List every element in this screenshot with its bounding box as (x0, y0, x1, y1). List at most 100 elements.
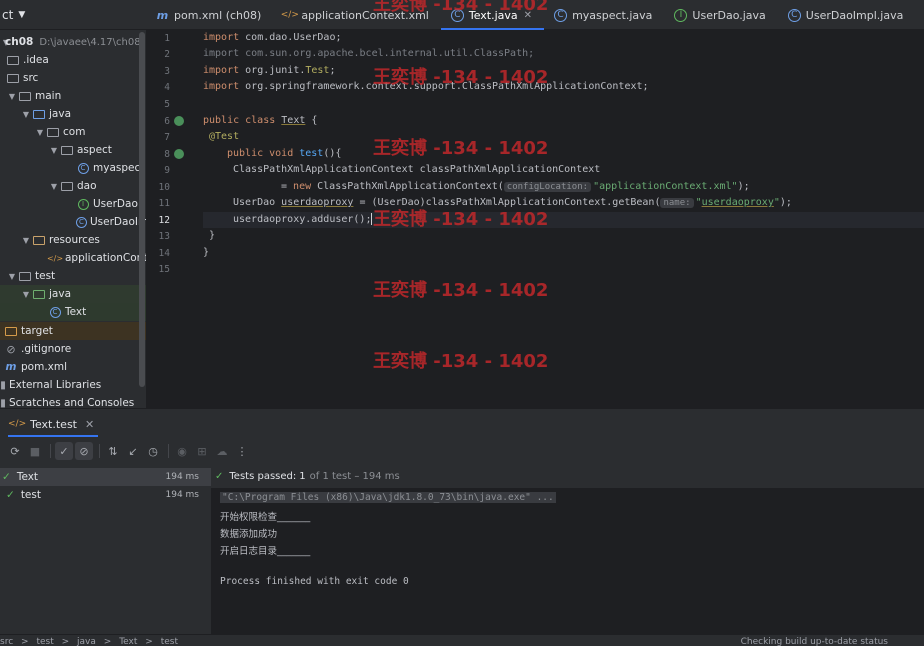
code-line: } (209, 230, 216, 241)
console-output-line: Process finished with exit code 0 (220, 576, 409, 587)
code-line: = new ClassPathXmlApplicationContext(con… (281, 179, 750, 195)
tree-item-applicationcontext[interactable]: </> applicationContext (0, 249, 146, 267)
show-passed-icon[interactable]: ✓ (55, 442, 73, 460)
tree-item-java[interactable]: ▼ java (0, 105, 146, 123)
code-line: @Test (209, 131, 240, 142)
tree-item-com[interactable]: ▼ com (0, 123, 146, 141)
code-text: ); (779, 197, 792, 208)
breadcrumb-separator: > (145, 637, 153, 646)
tree-item-test-java[interactable]: ▼ java (0, 285, 146, 303)
package-icon (46, 126, 60, 138)
console-command-line[interactable]: "C:\Program Files (x86)\Java\jdk1.8.0_73… (220, 492, 556, 503)
tree-item-gitignore[interactable]: ⊘ .gitignore (0, 340, 146, 358)
run-console[interactable]: ✓ Tests passed: 1 of 1 test – 194 ms "C:… (211, 464, 924, 634)
screenshot-icon[interactable]: ◉ (173, 442, 191, 460)
tree-item-ch08[interactable]: ▼ ch08 D:\javaee\4.17\ch08 (0, 33, 146, 51)
chevron-down-icon[interactable]: ▼ (48, 182, 60, 191)
folder-icon (18, 90, 32, 102)
line-number: 3 (164, 66, 170, 77)
breadcrumb-item[interactable]: src (0, 637, 13, 646)
breadcrumb-separator: > (103, 637, 112, 646)
close-icon[interactable]: ✕ (85, 418, 94, 431)
breadcrumb-item[interactable]: Text (119, 637, 137, 646)
chevron-down-icon[interactable]: ▼ (48, 146, 60, 155)
more-options-icon[interactable]: ⋮ (233, 442, 251, 460)
test-row-test[interactable]: ✓ test 194 ms (0, 486, 211, 504)
rerun-icon[interactable]: ⟳ (6, 442, 24, 460)
tree-item-myaspect[interactable]: C myaspect (0, 159, 146, 177)
tree-item-text[interactable]: C Text (0, 303, 146, 321)
chevron-down-icon[interactable]: ▼ (20, 236, 32, 245)
import-tests-icon[interactable]: ↙ (124, 442, 142, 460)
keyword: import (203, 65, 246, 76)
tree-item-label: resources (49, 234, 100, 246)
tab-pom-xml[interactable]: m pom.xml (ch08) (146, 0, 273, 30)
show-ignored-icon[interactable]: ⊘ (75, 442, 93, 460)
tree-item-userdao[interactable]: I UserDao (0, 195, 146, 213)
scratches-icon: ▮ (0, 397, 6, 408)
tree-item-pom-xml[interactable]: m pom.xml (0, 358, 146, 376)
xml-icon: </> (280, 10, 299, 20)
tree-scrollbar[interactable] (139, 32, 145, 387)
stop-icon[interactable]: ■ (26, 442, 44, 460)
project-view-selector[interactable]: ct ▼ (0, 0, 146, 30)
code-area[interactable]: import com.dao.UserDao; import com.sun.o… (203, 30, 924, 408)
tree-item-target[interactable]: target (0, 322, 146, 340)
line-number: 4 (164, 82, 170, 93)
tree-item-src[interactable]: src (0, 69, 146, 87)
breadcrumb-item[interactable]: test (161, 637, 178, 646)
keyword: new (293, 181, 318, 192)
tree-item-aspect[interactable]: ▼ aspect (0, 141, 146, 159)
chevron-down-icon[interactable]: ▼ (34, 128, 46, 137)
tree-item-test[interactable]: ▼ test (0, 267, 146, 285)
tree-item-resources[interactable]: ▼ resources (0, 231, 146, 249)
chevron-down-icon[interactable]: ▼ (6, 272, 18, 281)
test-row-text[interactable]: ✓ Text 194 ms (0, 468, 211, 486)
tab-label: myaspect.java (572, 8, 653, 22)
toolbar-divider (168, 444, 169, 458)
folder-icon (18, 270, 32, 282)
line-number: 6 (164, 116, 170, 127)
editor-gutter: 1 2 3 4 5 6 7 8 9 10 11 12 13 14 15 (146, 30, 200, 408)
breadcrumb-item[interactable]: java (77, 637, 96, 646)
tree-item-dao[interactable]: ▼ dao (0, 177, 146, 195)
code-text: ); (737, 181, 750, 192)
tree-item-userdaoimpl[interactable]: C UserDaoImpl (0, 213, 146, 231)
tree-item-label: .gitignore (21, 343, 72, 355)
class-name: Text (281, 115, 306, 126)
tab-myaspect-java[interactable]: C myaspect.java (544, 0, 664, 30)
chevron-down-icon[interactable]: ▼ (20, 110, 32, 119)
run-test-icon[interactable] (174, 149, 184, 159)
chevron-down-icon[interactable]: ▼ (6, 92, 18, 101)
sort-icon[interactable]: ⇅ (104, 442, 122, 460)
excluded-folder-icon (4, 325, 18, 337)
tree-item-scratches[interactable]: ▮ Scratches and Consoles (0, 394, 146, 408)
run-tab-text-test[interactable]: </> Text.test ✕ (8, 409, 99, 439)
tree-item-idea[interactable]: .idea (0, 51, 146, 69)
code-line: import com.dao.UserDao; (203, 30, 341, 46)
run-test-icon[interactable] (174, 116, 184, 126)
code-text: = (281, 181, 294, 192)
class-icon: C (48, 306, 62, 318)
package-icon (60, 144, 74, 156)
test-passed-icon: ✓ (6, 489, 15, 501)
line-number: 1 (164, 33, 170, 44)
chevron-down-icon[interactable]: ▼ (20, 290, 32, 299)
run-toolbar: ⟳ ■ ✓ ⊘ ⇅ ↙ ◷ ◉ ⊞ ☁ ⋮ (0, 438, 924, 464)
tab-userdao-java[interactable]: I UserDao.java (664, 0, 777, 30)
export-icon[interactable]: ⊞ (193, 442, 211, 460)
breadcrumb-item[interactable]: test (36, 637, 53, 646)
coverage-icon[interactable]: ☁ (213, 442, 231, 460)
tab-userdaoimpl-java[interactable]: C UserDaoImpl.java (778, 0, 916, 30)
tree-item-external-libraries[interactable]: ▮ External Libraries (0, 376, 146, 394)
line-number: 11 (158, 198, 170, 209)
keyword: import (203, 32, 246, 43)
console-output-line: 开启日志目录_______ (220, 546, 311, 557)
test-duration: 194 ms (165, 490, 200, 500)
history-icon[interactable]: ◷ (144, 442, 162, 460)
test-passed-icon: ✓ (215, 470, 224, 482)
breadcrumb: src > test > java > Text > test (0, 637, 183, 646)
tree-item-main[interactable]: ▼ main (0, 87, 146, 105)
background-task-status[interactable]: Checking build up-to-date status (741, 637, 888, 646)
test-status-bar: ✓ Tests passed: 1 of 1 test – 194 ms (211, 464, 924, 488)
